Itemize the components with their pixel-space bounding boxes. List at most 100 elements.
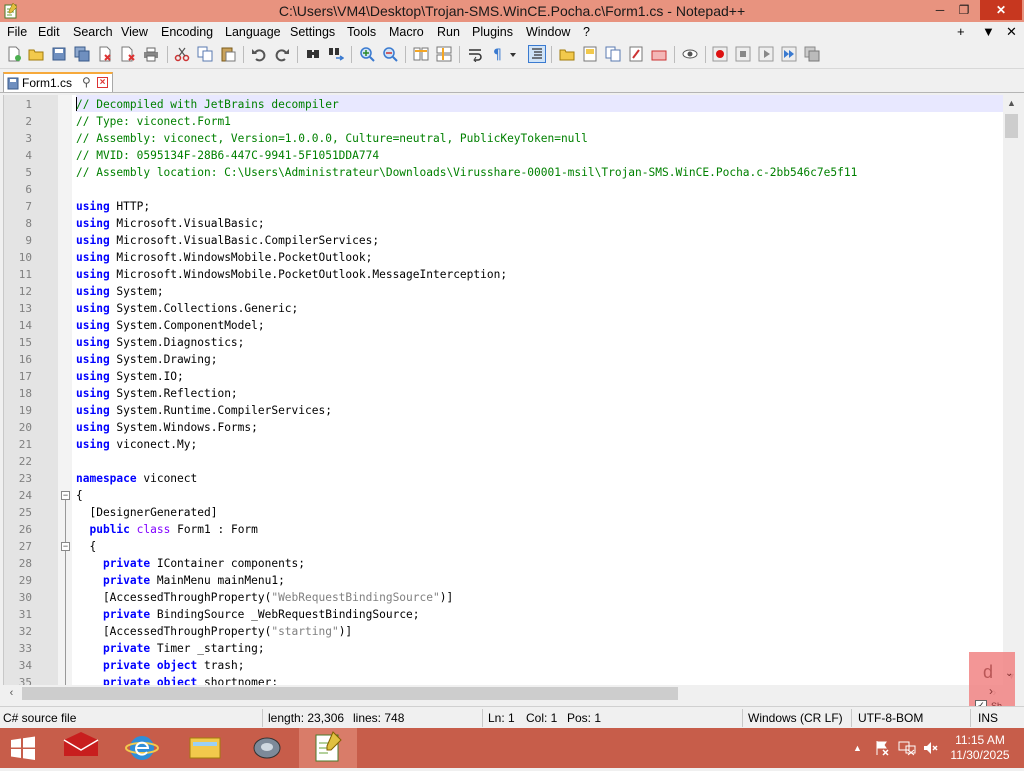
tab-list-dropdown-icon[interactable]: ▼ [982, 24, 995, 39]
save-all-icon[interactable] [74, 46, 90, 62]
menu-settings[interactable]: Settings [290, 25, 335, 39]
taskbar-app-notepadpp[interactable] [299, 728, 357, 768]
code-token: using [76, 251, 110, 264]
svg-text:¶: ¶ [493, 47, 502, 62]
line-number: 7 [25, 200, 32, 213]
zoom-in-icon[interactable] [359, 46, 375, 62]
vertical-scroll-thumb[interactable] [1005, 114, 1018, 138]
sync-vertical-icon[interactable] [413, 46, 429, 62]
taskbar: ▲ 11:15 AM 11/30/2025 [0, 728, 1024, 768]
menu-run[interactable]: Run [437, 25, 460, 39]
taskbar-app-tool[interactable] [238, 728, 296, 768]
show-chars-dropdown-icon[interactable] [508, 46, 518, 62]
monitor-icon[interactable] [682, 46, 698, 62]
title-bar: C:\Users\VM4\Desktop\Trojan-SMS.WinCE.Po… [0, 0, 1024, 22]
indent-guide-icon[interactable] [528, 45, 546, 63]
run-macro-multiple-icon[interactable] [781, 46, 797, 62]
menu-window[interactable]: Window [526, 25, 570, 39]
close-icon[interactable] [97, 46, 113, 62]
vertical-scrollbar[interactable]: ▲ ▼ [1003, 95, 1020, 685]
line-number: 4 [25, 149, 32, 162]
scroll-up-arrow-icon[interactable]: ▲ [1003, 95, 1020, 112]
redo-icon[interactable] [274, 46, 290, 62]
maximize-button[interactable]: ❐ [952, 0, 976, 20]
taskbar-app-explorer[interactable] [176, 728, 234, 768]
new-tab-plus-icon[interactable]: + [957, 24, 965, 39]
doc-switcher-icon[interactable] [628, 46, 644, 62]
toolbar-separator [705, 46, 706, 63]
horizontal-scrollbar[interactable]: ‹ › [3, 685, 1003, 702]
code-token: // Assembly: viconect, Version=1.0.0.0, … [76, 132, 588, 145]
overlay-chevron-icon[interactable]: ⌄ [1005, 668, 1013, 679]
code-token: object [156, 676, 198, 685]
tab-bar: Form1.cs ⚲ × [0, 70, 1024, 93]
code-token: using [76, 370, 110, 383]
new-file-icon[interactable] [6, 46, 22, 62]
line-number: 2 [25, 115, 32, 128]
close-button[interactable]: ✕ [980, 0, 1022, 20]
replace-icon[interactable] [328, 46, 344, 62]
tab-close-icon[interactable]: × [97, 77, 108, 88]
network-icon[interactable] [898, 740, 916, 756]
volume-muted-icon[interactable] [922, 740, 938, 756]
show-all-chars-icon[interactable]: ¶ [490, 46, 506, 62]
close-all-icon[interactable] [120, 46, 136, 62]
cut-icon[interactable] [174, 46, 190, 62]
menu-language[interactable]: Language [225, 25, 281, 39]
save-macro-icon[interactable] [804, 46, 820, 62]
find-icon[interactable] [305, 46, 321, 62]
action-center-flag-icon[interactable] [874, 740, 890, 756]
folder-close-icon[interactable] [651, 46, 667, 62]
menu-encoding[interactable]: Encoding [161, 25, 213, 39]
menu-search[interactable]: Search [73, 25, 113, 39]
word-wrap-icon[interactable] [467, 46, 483, 62]
save-icon[interactable] [51, 46, 67, 62]
code-token: System.Reflection; [109, 387, 238, 400]
copy-icon[interactable] [197, 46, 213, 62]
overlay-arrow-icon[interactable]: › [989, 684, 993, 698]
function-list-icon[interactable] [605, 46, 621, 62]
stop-macro-icon[interactable] [735, 46, 751, 62]
fold-toggle-icon[interactable]: − [61, 542, 70, 551]
menu-view[interactable]: View [121, 25, 148, 39]
zoom-out-icon[interactable] [382, 46, 398, 62]
menu-help[interactable]: ? [583, 25, 590, 39]
horizontal-scroll-thumb[interactable] [22, 687, 678, 700]
system-clock[interactable]: 11:15 AM 11/30/2025 [940, 733, 1020, 763]
undo-icon[interactable] [251, 46, 267, 62]
menu-tools[interactable]: Tools [347, 25, 376, 39]
pin-icon[interactable]: ⚲ [82, 75, 91, 89]
status-insert-mode[interactable]: INS [978, 711, 998, 725]
play-macro-icon[interactable] [758, 46, 774, 62]
menu-macro[interactable]: Macro [389, 25, 424, 39]
taskbar-app-ie[interactable] [113, 728, 171, 768]
code-area[interactable]: // Decompiled with JetBrains decompiler /… [76, 95, 1004, 685]
menu-edit[interactable]: Edit [38, 25, 60, 39]
record-macro-icon[interactable] [712, 46, 728, 62]
notepadpp-taskbar-icon [315, 731, 342, 762]
code-line: using System.Collections.Generic; [76, 300, 298, 317]
status-encoding[interactable]: UTF-8-BOM [858, 711, 923, 725]
fold-toggle-icon[interactable]: − [61, 491, 70, 500]
sync-horizontal-icon[interactable] [436, 46, 452, 62]
code-editor[interactable]: 1 2 3 4 5 6 7 8 9 10 11 12 13 14 15 16 17 18 19 20 21 22 23 24 2… [3, 95, 1004, 685]
status-eol-format[interactable]: Windows (CR LF) [748, 711, 843, 725]
overlay-letter: d [983, 662, 994, 682]
minimize-button[interactable]: ─ [928, 0, 952, 20]
clock-time: 11:15 AM [955, 733, 1005, 747]
scroll-left-arrow-icon[interactable]: ‹ [3, 685, 20, 702]
menu-file[interactable]: File [7, 25, 27, 39]
open-file-icon[interactable] [28, 46, 44, 62]
windows-start-icon[interactable] [6, 734, 40, 762]
folder-workspace-icon[interactable] [559, 46, 575, 62]
tray-expand-icon[interactable]: ▲ [853, 743, 862, 753]
code-token: [AccessedThroughProperty( [76, 591, 272, 604]
close-document-icon[interactable]: ✕ [1006, 24, 1017, 40]
tab-form1-cs[interactable]: Form1.cs ⚲ × [3, 72, 113, 92]
print-icon[interactable] [143, 46, 159, 62]
paste-icon[interactable] [220, 46, 236, 62]
document-map-icon[interactable] [582, 46, 598, 62]
menu-plugins[interactable]: Plugins [472, 25, 513, 39]
taskbar-app-mail[interactable] [52, 728, 110, 768]
